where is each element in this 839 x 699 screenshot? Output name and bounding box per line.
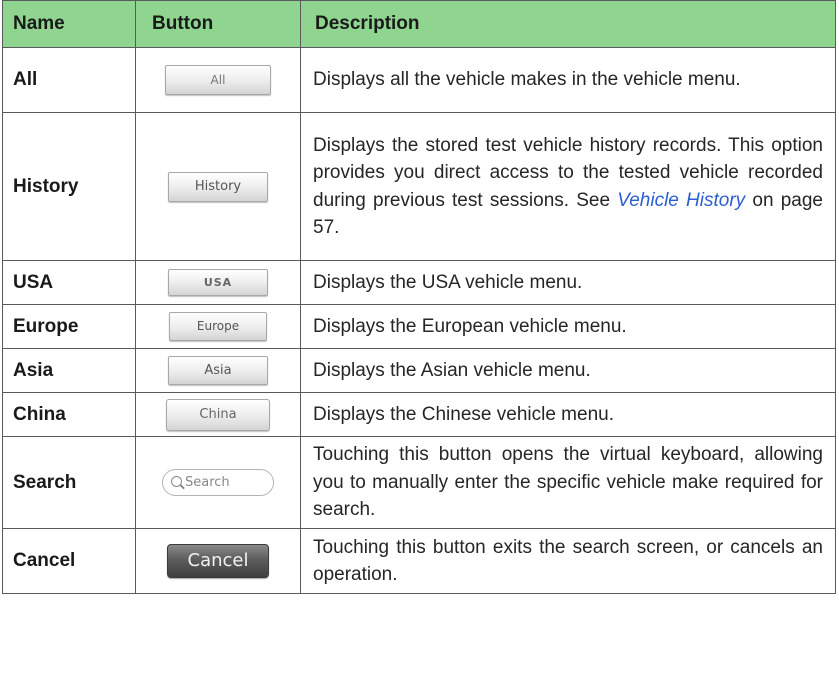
row-name-all: All — [2, 47, 136, 113]
row-description-all: Displays all the vehicle makes in the ve… — [300, 47, 836, 113]
table-row-cancel: Cancel Cancel Touching this button exits… — [2, 528, 836, 594]
column-header-button: Button — [135, 0, 301, 48]
row-name-history: History — [2, 112, 136, 261]
table-row-china: China China Displays the Chinese vehicle… — [2, 392, 836, 437]
row-name-china: China — [2, 392, 136, 437]
usa-button[interactable]: USA — [168, 269, 268, 296]
asia-button[interactable]: Asia — [168, 356, 268, 385]
table-row-search: Search Search Touching this button opens… — [2, 436, 836, 529]
history-button[interactable]: History — [168, 171, 268, 202]
row-name-usa: USA — [2, 260, 136, 305]
table-row-history: History History Displays the stored test… — [2, 112, 836, 261]
table-row-usa: USA USA Displays the USA vehicle menu. — [2, 260, 836, 305]
button-description-table: Name Button Description All All Displays… — [2, 0, 836, 594]
cancel-button[interactable]: Cancel — [167, 544, 269, 578]
row-description-search: Touching this button opens the virtual k… — [300, 436, 836, 529]
column-header-description: Description — [300, 0, 836, 48]
column-header-name: Name — [2, 0, 136, 48]
search-button-label: Search — [185, 475, 230, 490]
row-name-asia: Asia — [2, 348, 136, 393]
row-description-europe: Displays the European vehicle menu. — [300, 304, 836, 349]
search-icon — [171, 476, 182, 487]
search-button[interactable]: Search — [162, 469, 274, 496]
row-description-asia: Displays the Asian vehicle menu. — [300, 348, 836, 393]
table-row-europe: Europe Europe Displays the European vehi… — [2, 304, 836, 349]
table-header-row: Name Button Description — [2, 0, 836, 48]
china-button[interactable]: China — [166, 398, 270, 431]
row-name-europe: Europe — [2, 304, 136, 349]
row-description-china: Displays the Chinese vehicle menu. — [300, 392, 836, 437]
row-name-cancel: Cancel — [2, 528, 136, 594]
row-description-usa: Displays the USA vehicle menu. — [300, 260, 836, 305]
row-name-search: Search — [2, 436, 136, 529]
europe-button[interactable]: Europe — [169, 312, 267, 341]
all-button[interactable]: All — [165, 65, 271, 95]
row-description-history: Displays the stored test vehicle history… — [300, 112, 836, 261]
table-row-asia: Asia Asia Displays the Asian vehicle men… — [2, 348, 836, 393]
row-description-cancel: Touching this button exits the search sc… — [300, 528, 836, 594]
table-row-all: All All Displays all the vehicle makes i… — [2, 47, 836, 113]
vehicle-history-link[interactable]: Vehicle History — [617, 190, 745, 211]
